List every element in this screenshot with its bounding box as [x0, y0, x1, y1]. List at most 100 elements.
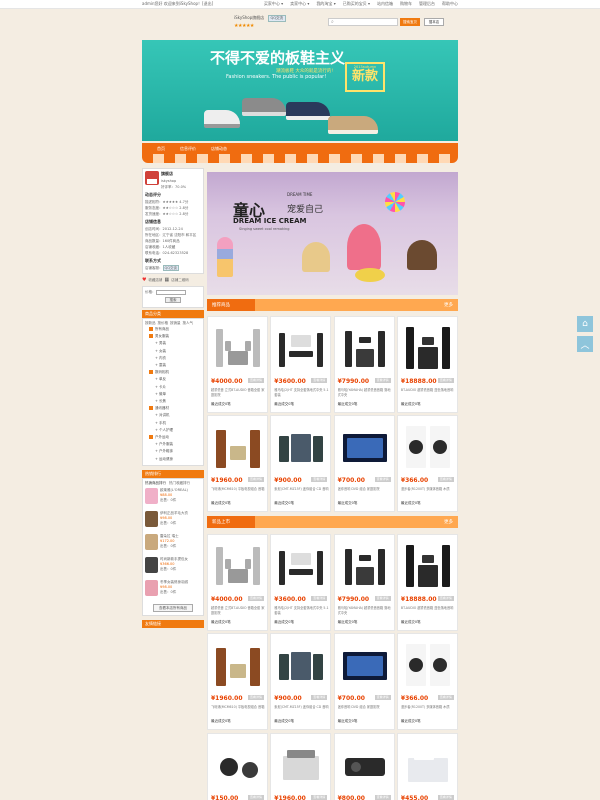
product-title[interactable]: 迷你音响 DVD 组合 家庭影院 — [338, 487, 393, 496]
top-link-messages[interactable]: 站内信箱 — [377, 1, 393, 7]
hot-tab-sales[interactable]: 热销商品排行 — [145, 480, 166, 486]
search-all-button[interactable]: 搜索宝贝 — [400, 18, 420, 26]
shop-search-input[interactable] — [155, 289, 186, 295]
projector-icon[interactable] — [341, 740, 389, 790]
speaker-pair-icon[interactable] — [341, 541, 389, 591]
search-input[interactable] — [336, 19, 396, 25]
product-title[interactable]: 雅马哈(YAMAHA) 超重低音音箱 落地式中央 — [338, 606, 393, 615]
product-card[interactable]: ¥455.00 查看详情 — [396, 732, 458, 800]
home-icon[interactable]: ⌂ — [577, 316, 593, 332]
hot-item[interactable]: 欧莱雅(L'OREAL) ¥88.00 出售：0件 — [145, 487, 201, 509]
category-item[interactable]: + 卡片 — [145, 384, 201, 391]
new-arrivals-more[interactable]: 更多 — [444, 519, 453, 525]
hot-item-thumbnail[interactable] — [145, 556, 159, 573]
nav-reviews[interactable]: 信息评价 — [180, 146, 196, 152]
view-detail-button[interactable]: 查看详情 — [437, 695, 454, 701]
top-link-help[interactable]: 帮助中心 — [442, 1, 458, 7]
home-theater-icon[interactable] — [277, 323, 325, 373]
view-all-button[interactable]: 查看本店所有商品 — [153, 603, 193, 612]
category-item[interactable]: + 童装 — [145, 362, 201, 369]
category-item[interactable]: + 户外服装 — [145, 441, 201, 448]
category-item[interactable]: + 手机 — [145, 420, 201, 427]
qrcode-link[interactable]: 店铺二维码 — [171, 277, 189, 283]
fax-icon[interactable] — [404, 740, 452, 790]
view-detail-button[interactable]: 查看详情 — [374, 378, 391, 383]
cat-tab-sales[interactable]: 按销量 — [170, 320, 181, 326]
product-title[interactable]: 超重低音 立式BT-AUDIO 音箱全套 家庭影院 — [211, 606, 266, 615]
shop-search-button[interactable]: 搜索 — [165, 297, 181, 303]
hot-item-thumbnail[interactable] — [145, 533, 159, 550]
product-card[interactable]: ¥1960.00 查看详情 — [270, 732, 332, 800]
view-detail-button[interactable]: 查看详情 — [374, 477, 391, 483]
wood-speakers-icon[interactable] — [214, 640, 262, 690]
panda-speakers-icon[interactable] — [404, 640, 452, 690]
view-detail-button[interactable]: 查看详情 — [437, 477, 454, 483]
nav-news[interactable]: 店铺动态 — [211, 146, 227, 152]
product-title[interactable]: 索尼(CMT-MZ15F) 迷你组合 CD 音响 — [274, 487, 329, 496]
category-item[interactable]: + 对讲机 — [145, 412, 201, 419]
hot-item[interactable]: 冬季女装修身羽绒 ¥98.00 出售：0件 — [145, 579, 201, 601]
view-detail-button[interactable]: 查看详情 — [247, 378, 264, 383]
view-detail-button[interactable]: 查看详情 — [311, 794, 328, 800]
category-item[interactable]: + 单反 — [145, 376, 201, 383]
view-detail-button[interactable]: 查看详情 — [374, 596, 391, 601]
hot-item-thumbnail[interactable] — [145, 510, 159, 527]
top-link-bought[interactable]: 已购买的宝贝 ▾ — [343, 1, 370, 7]
category-item[interactable]: 所有商品 — [145, 326, 201, 333]
speaker-set-icon[interactable] — [214, 323, 262, 373]
hot-item-thumbnail[interactable] — [145, 487, 159, 504]
category-item[interactable]: + 男装 — [145, 340, 201, 347]
product-title[interactable]: 迷你音响 DVD 组合 家庭影院 — [338, 705, 393, 714]
product-title[interactable]: 雅马哈(YAMAHA) 超重低音音箱 落地式中央 — [338, 388, 393, 397]
product-card[interactable]: ¥900.00 查看详情 索尼(CMT-MZ15F) 迷你组合 CD 音响 最近成交0… — [270, 415, 332, 513]
panda-speakers-icon[interactable] — [404, 422, 452, 472]
hot-tab-fav[interactable]: 热门收藏排行 — [169, 480, 190, 486]
search-box[interactable]: ⌕ — [328, 18, 398, 26]
product-title[interactable]: 雅马哈(2)HT 支持全套落地式中央 5.1套装 — [274, 388, 329, 397]
category-item[interactable]: 男女服装 — [145, 333, 201, 340]
view-detail-button[interactable]: 查看详情 — [437, 596, 454, 601]
printer-icon[interactable] — [277, 740, 325, 790]
collect-shop-link[interactable]: 收藏店铺 — [148, 277, 162, 283]
view-detail-button[interactable]: 查看详情 — [247, 596, 264, 601]
search-shop-button[interactable]: 搜本店 — [424, 18, 444, 26]
view-detail-button[interactable]: 查看详情 — [311, 477, 328, 483]
home-theater-icon[interactable] — [277, 541, 325, 591]
top-link-cart[interactable]: 购物车 — [400, 1, 412, 7]
product-card[interactable]: ¥3600.00 查看详情 雅马哈(2)HT 支持全套落地式中央 5.1套装 最近成交… — [270, 534, 332, 631]
product-card[interactable]: ¥700.00 查看详情 迷你音响 DVD 组合 家庭影院 最近成交0笔 — [333, 415, 395, 513]
view-detail-button[interactable]: 查看详情 — [247, 794, 264, 800]
product-card[interactable]: ¥4000.00 查看详情 超重低音 立式BT-AUDIO 音箱全套 家庭影院 最近成… — [207, 534, 268, 631]
product-card[interactable]: ¥700.00 查看详情 迷你音响 DVD 组合 家庭影院 最近成交0笔 — [333, 633, 395, 731]
promo-banner[interactable]: 童心 DREAM TIME 宠爱自己 DREAM ICE CREAM Singi… — [207, 172, 458, 295]
product-card[interactable]: ¥800.00 查看详情 — [333, 732, 395, 800]
product-title[interactable]: 索尼(CMT-MZ15F) 迷你组合 CD 音响 — [274, 705, 329, 714]
mini-hifi-icon[interactable] — [277, 640, 325, 690]
category-item[interactable]: + 运动健身 — [145, 456, 201, 463]
welcome-text[interactable]: admin您好 欢迎来到iSkyShop！[退出] — [142, 1, 213, 7]
product-card[interactable]: ¥1960.00 查看详情 飞利浦(MCM610) 平板电视组合 音箱 最近成交0笔 — [207, 633, 268, 731]
product-card[interactable]: ¥900.00 查看详情 索尼(CMT-MZ15F) 迷你组合 CD 音响 最近成交0… — [270, 633, 332, 731]
hot-item[interactable]: 伊利正品羊毛大衣 ¥98.00 出售：0件 — [145, 510, 201, 532]
product-card[interactable]: ¥4000.00 查看详情 超重低音 立式BT-AUDIO 音箱全套 家庭影院 最近成… — [207, 316, 268, 413]
product-card[interactable]: ¥3600.00 查看详情 雅马哈(2)HT 支持全套落地式中央 5.1套装 最近成交… — [270, 316, 332, 413]
hot-item[interactable]: 雷朵拉 瑞士 ¥172.00 出售：0件 — [145, 533, 201, 555]
view-detail-button[interactable]: 查看详情 — [311, 695, 328, 701]
product-title[interactable]: 漫步者(R1200T) 多媒体音箱 木质 — [401, 487, 456, 496]
category-item[interactable]: 通讯器材 — [145, 405, 201, 412]
product-title[interactable]: 超重低音 立式BT-AUDIO 音箱全套 家庭影院 — [211, 388, 266, 397]
category-item[interactable]: + 户外鞋袜 — [145, 448, 201, 455]
back-to-top-icon[interactable]: ︿ — [577, 336, 593, 352]
top-link-admin[interactable]: 管理后台 — [419, 1, 435, 7]
category-item[interactable]: 数码相机 — [145, 369, 201, 376]
category-item[interactable]: + 个人护理 — [145, 427, 201, 434]
product-card[interactable]: ¥18888.00 查看详情 BT-AUDIO 超重低音箱 蓝色落地音响 最近成交0笔 — [396, 534, 458, 631]
product-card[interactable]: ¥150.00 查看详情 — [207, 732, 268, 800]
product-card[interactable]: ¥18888.00 查看详情 BT-AUDIO 超重低音箱 蓝色落地音响 最近成交0笔 — [396, 316, 458, 413]
category-item[interactable]: + 微单 — [145, 391, 201, 398]
product-card[interactable]: ¥7990.00 查看详情 雅马哈(YAMAHA) 超重低音音箱 落地式中央 最近成交… — [333, 534, 395, 631]
tower-speakers-icon[interactable] — [404, 541, 452, 591]
tower-speakers-icon[interactable] — [404, 323, 452, 373]
wood-speakers-icon[interactable] — [214, 422, 262, 472]
top-link-seller[interactable]: 卖家中心 ▾ — [290, 1, 309, 7]
